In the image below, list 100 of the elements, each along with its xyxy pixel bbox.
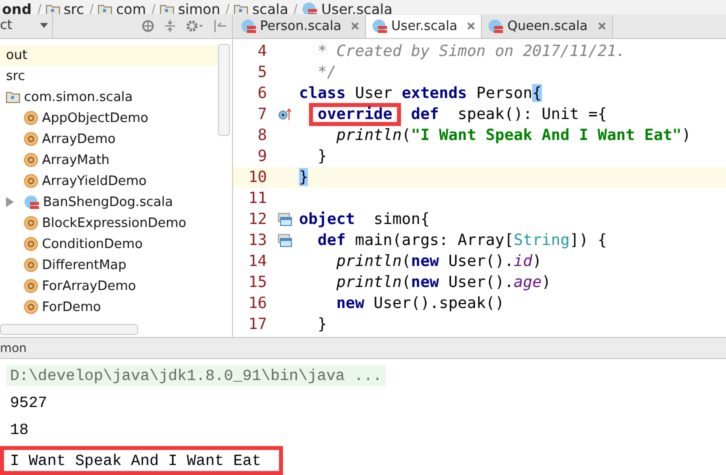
code-token: User(). — [448, 273, 514, 292]
object-icon — [24, 174, 38, 188]
breadcrumb-item[interactable]: com — [98, 2, 146, 14]
code-token: } — [299, 168, 308, 186]
scala-file-icon — [302, 2, 318, 14]
editor-tab[interactable]: Queen.scala — [482, 14, 613, 38]
line-number: 15 — [247, 273, 268, 292]
object-icon — [24, 153, 38, 168]
code-token: ) — [532, 252, 542, 270]
line-number: 9 — [256, 147, 268, 166]
code-token: new — [336, 294, 364, 312]
path-separator-icon — [150, 4, 156, 14]
breadcrumb-item[interactable]: simon — [160, 2, 220, 14]
tree-item[interactable]: com.simon.scala — [0, 86, 218, 108]
run-panel-title: mon — [0, 341, 27, 355]
code-token: extends — [402, 84, 468, 102]
tree-item[interactable]: BanShengDog.scala — [0, 192, 232, 213]
code-token: User — [355, 84, 392, 102]
line-number: 16 — [247, 294, 268, 312]
tree-item[interactable]: ArrayDemo — [0, 128, 232, 150]
code-token: def — [411, 105, 439, 124]
line-number: 17 — [247, 315, 268, 334]
editor-tab[interactable]: User.scala — [366, 14, 482, 38]
code-token: ( — [402, 126, 411, 144]
expand-arrow-icon[interactable] — [6, 197, 14, 208]
code-token: "I Want Speak And I Want Eat" — [411, 126, 682, 144]
line-number: 14 — [247, 252, 268, 270]
tree-item[interactable]: AppObjectDemo — [0, 108, 232, 129]
path-separator-icon — [36, 4, 42, 14]
line-number: 4 — [256, 42, 268, 60]
code-token: println — [336, 126, 402, 144]
object-icon — [24, 216, 38, 230]
breadcrumb-item[interactable]: src — [46, 2, 84, 14]
close-icon[interactable] — [598, 22, 606, 30]
breadcrumb-item[interactable]: User.scala — [302, 2, 392, 14]
breadcrumb-item[interactable]: ond — [2, 2, 32, 14]
scrollbar-thumb[interactable] — [0, 324, 138, 335]
code-token: } — [318, 315, 328, 334]
folder-icon — [98, 4, 112, 14]
path-separator-icon — [292, 4, 298, 14]
line-number: 6 — [256, 84, 268, 102]
line-number: 11 — [247, 189, 268, 208]
code-token: ) — [542, 273, 552, 292]
tree-item[interactable]: ForArrayDemo — [0, 276, 232, 297]
collapse-icon[interactable] — [164, 20, 176, 32]
tree-item[interactable]: ConditionDemo — [0, 234, 232, 255]
object-icon — [24, 279, 38, 294]
line-number: 7 — [256, 105, 268, 124]
locate-icon[interactable] — [142, 20, 154, 32]
scala-file-icon — [241, 18, 256, 34]
code-token: ( — [402, 252, 411, 270]
tree-item[interactable]: ArrayYieldDemo — [0, 170, 232, 192]
override-marker-icon[interactable] — [278, 107, 292, 122]
console-output: 9527 — [9, 392, 48, 413]
caret-icon — [40, 23, 48, 28]
tree-item[interactable]: src — [0, 66, 218, 87]
code-token: String — [514, 231, 570, 250]
run-marker-icon[interactable] — [278, 234, 292, 247]
object-icon — [24, 132, 38, 146]
code-token: id — [514, 252, 532, 270]
editor-tab[interactable]: Person.scala — [235, 14, 366, 38]
scala-file-icon — [488, 18, 504, 34]
tree-item[interactable]: out — [0, 44, 218, 66]
code-token: */ — [318, 63, 336, 82]
code-token: age — [514, 273, 542, 292]
line-number: 13 — [247, 231, 268, 250]
code-token: new — [411, 273, 439, 292]
tree-item[interactable]: DifferentMap — [0, 254, 232, 276]
line-number: 10 — [247, 168, 268, 186]
object-icon — [24, 237, 38, 252]
line-number: 8 — [256, 126, 268, 144]
object-icon — [24, 300, 38, 314]
settings-icon[interactable] — [186, 20, 204, 32]
tree-item[interactable]: ForDemo — [0, 296, 232, 318]
code-token: { — [532, 84, 542, 102]
code-token: new — [411, 252, 439, 270]
code-token: } — [318, 147, 328, 166]
run-marker-icon[interactable] — [278, 212, 292, 226]
breadcrumb-item[interactable]: scala — [234, 2, 288, 14]
code-token: * Created by Simon on 2017/11/21. — [318, 42, 626, 60]
hide-panel-icon[interactable] — [214, 20, 226, 32]
path-separator-icon — [224, 4, 230, 14]
code-token: println — [336, 273, 402, 292]
code-token: simon{ — [374, 210, 430, 228]
folder-icon — [6, 91, 20, 104]
tree-item[interactable]: BlockExpressionDemo — [0, 212, 232, 234]
close-icon[interactable] — [351, 22, 360, 30]
code-token: class — [299, 84, 346, 102]
line-number: 5 — [256, 63, 268, 82]
close-icon[interactable] — [467, 22, 476, 30]
console-output: D:\develop\java\jdk1.8.0_91\bin\java ... — [6, 365, 386, 386]
scrollbar-thumb[interactable] — [218, 44, 230, 136]
console-output: 18 — [9, 420, 30, 440]
folder-icon — [46, 4, 60, 14]
scala-file-icon — [24, 194, 39, 210]
code-token: Person — [476, 84, 532, 102]
folder-icon — [234, 4, 248, 14]
code-token: ( — [402, 273, 411, 292]
code-token: ) — [682, 126, 691, 144]
tree-item[interactable]: ArrayMath — [0, 150, 232, 171]
